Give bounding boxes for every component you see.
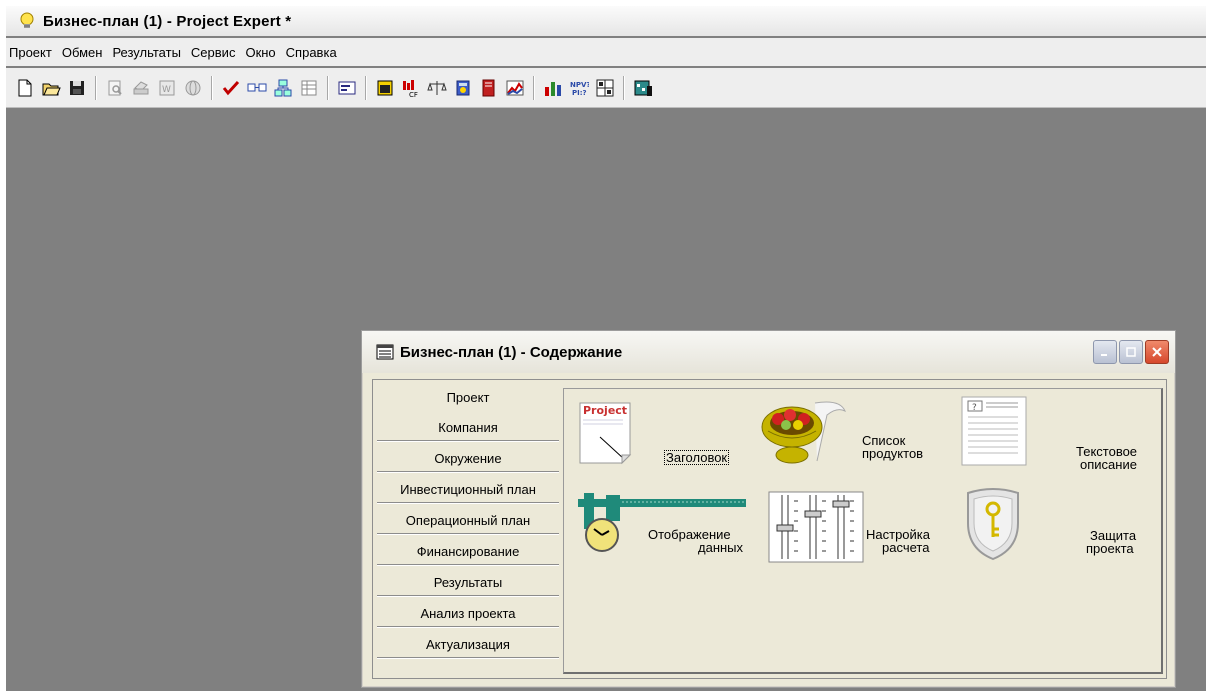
minimize-button[interactable] bbox=[1093, 340, 1117, 364]
shield-key-icon bbox=[967, 488, 1019, 561]
print-icon[interactable] bbox=[130, 77, 152, 99]
section-panel: Project Заголовок Список продуктов ? Тек… bbox=[563, 388, 1163, 674]
calculation-settings-item[interactable]: Настройка расчета bbox=[768, 491, 948, 565]
header-item[interactable]: Project Заголовок bbox=[578, 401, 758, 471]
section-project[interactable]: Проект bbox=[377, 384, 559, 410]
svg-text:?: ? bbox=[972, 403, 977, 413]
menu-exchange[interactable]: Обмен bbox=[57, 45, 108, 60]
monte-carlo-icon[interactable] bbox=[632, 77, 654, 99]
menu-bar: Проект Обмен Результаты Сервис Окно Спра… bbox=[6, 38, 1206, 66]
content-window-title: Бизнес-план (1) - Содержание bbox=[400, 343, 623, 361]
flow-icon[interactable] bbox=[272, 77, 294, 99]
section-results[interactable]: Результаты bbox=[377, 569, 559, 596]
title-bar: Бизнес-план (1) - Project Expert * bbox=[6, 6, 1206, 36]
maximize-button[interactable] bbox=[1119, 340, 1143, 364]
content-window-title-bar: Бизнес-план (1) - Содержание bbox=[362, 331, 1175, 373]
svg-text:Project: Project bbox=[583, 404, 627, 417]
npv-pi-icon[interactable]: NPV? PI:? bbox=[568, 77, 590, 99]
toolbar: W CF NPV? PI:? bbox=[6, 68, 1206, 108]
toolbar-separator bbox=[365, 75, 367, 100]
toolbar-separator bbox=[623, 75, 625, 100]
project-protection-item[interactable]: Защита проекта bbox=[962, 487, 1152, 567]
open-folder-icon[interactable] bbox=[40, 77, 62, 99]
card-icon[interactable] bbox=[336, 77, 358, 99]
svg-text:NPV?: NPV? bbox=[570, 81, 589, 89]
window-controls bbox=[1093, 340, 1169, 364]
calculator-icon[interactable] bbox=[452, 77, 474, 99]
section-financing[interactable]: Финансирование bbox=[377, 538, 559, 565]
text-description-label-line2: описание bbox=[1080, 457, 1137, 472]
cashflow-chart-icon[interactable]: CF bbox=[400, 77, 422, 99]
section-project-analysis[interactable]: Анализ проекта bbox=[377, 600, 559, 627]
svg-text:PI:?: PI:? bbox=[572, 89, 587, 97]
svg-text:W: W bbox=[162, 85, 171, 95]
calculation-settings-label-line2: расчета bbox=[882, 540, 930, 555]
section-investment-plan[interactable]: Инвестиционный план bbox=[377, 476, 559, 503]
table-icon[interactable] bbox=[298, 77, 320, 99]
section-company[interactable]: Компания bbox=[377, 414, 559, 441]
print-preview-icon[interactable] bbox=[104, 77, 126, 99]
products-item[interactable]: Список продуктов bbox=[760, 397, 950, 467]
window-title: Бизнес-план (1) - Project Expert * bbox=[43, 12, 292, 30]
report-icon[interactable]: W bbox=[156, 77, 178, 99]
toolbar-separator bbox=[327, 75, 329, 100]
minimize-icon bbox=[1101, 354, 1107, 356]
check-icon[interactable] bbox=[220, 77, 242, 99]
project-protection-label-line2: проекта bbox=[1086, 541, 1134, 556]
sensitivity-icon[interactable] bbox=[594, 77, 616, 99]
toolbar-separator bbox=[211, 75, 213, 100]
bar-chart-icon[interactable] bbox=[542, 77, 564, 99]
menu-project[interactable]: Проект bbox=[6, 45, 57, 60]
sliders-icon bbox=[768, 491, 864, 563]
menu-window[interactable]: Окно bbox=[240, 45, 280, 60]
line-chart-icon[interactable] bbox=[504, 77, 526, 99]
window-icon[interactable] bbox=[374, 77, 396, 99]
toolbar-separator bbox=[533, 75, 535, 100]
close-button[interactable] bbox=[1145, 340, 1169, 364]
compare-icon[interactable] bbox=[246, 77, 268, 99]
lightbulb-icon bbox=[20, 12, 34, 28]
document-list-icon bbox=[376, 344, 394, 360]
book-icon[interactable] bbox=[478, 77, 500, 99]
section-nav: Проект Компания Окружение Инвестиционный… bbox=[377, 384, 559, 662]
close-icon bbox=[1152, 347, 1162, 357]
svg-text:CF: CF bbox=[409, 91, 418, 98]
balance-scales-icon[interactable] bbox=[426, 77, 448, 99]
fruit-basket-icon bbox=[761, 401, 846, 464]
content-window: Бизнес-план (1) - Содержание Проект Комп… bbox=[361, 330, 1176, 688]
save-icon[interactable] bbox=[66, 77, 88, 99]
sphere-icon[interactable] bbox=[182, 77, 204, 99]
toolbar-separator bbox=[95, 75, 97, 100]
section-environment[interactable]: Окружение bbox=[377, 445, 559, 472]
content-window-body: Проект Компания Окружение Инвестиционный… bbox=[372, 379, 1167, 679]
data-display-label-line2: данных bbox=[698, 540, 744, 555]
section-actualization[interactable]: Актуализация bbox=[377, 631, 559, 658]
text-document-icon: ? bbox=[961, 396, 1027, 466]
app-window: Бизнес-план (1) - Project Expert * Проек… bbox=[6, 6, 1206, 691]
menu-service[interactable]: Сервис bbox=[186, 45, 241, 60]
products-label-line2: продуктов bbox=[862, 446, 924, 461]
data-display-item[interactable]: Отображение данных bbox=[578, 493, 758, 565]
menu-results[interactable]: Результаты bbox=[107, 45, 185, 60]
menu-help[interactable]: Справка bbox=[281, 45, 342, 60]
project-document-icon: Project bbox=[579, 402, 632, 465]
section-operational-plan[interactable]: Операционный план bbox=[377, 507, 559, 534]
new-file-icon[interactable] bbox=[14, 77, 36, 99]
text-description-item[interactable]: ? Текстовое описание bbox=[960, 395, 1150, 471]
maximize-icon bbox=[1126, 347, 1136, 357]
header-label: Заголовок bbox=[664, 450, 730, 465]
